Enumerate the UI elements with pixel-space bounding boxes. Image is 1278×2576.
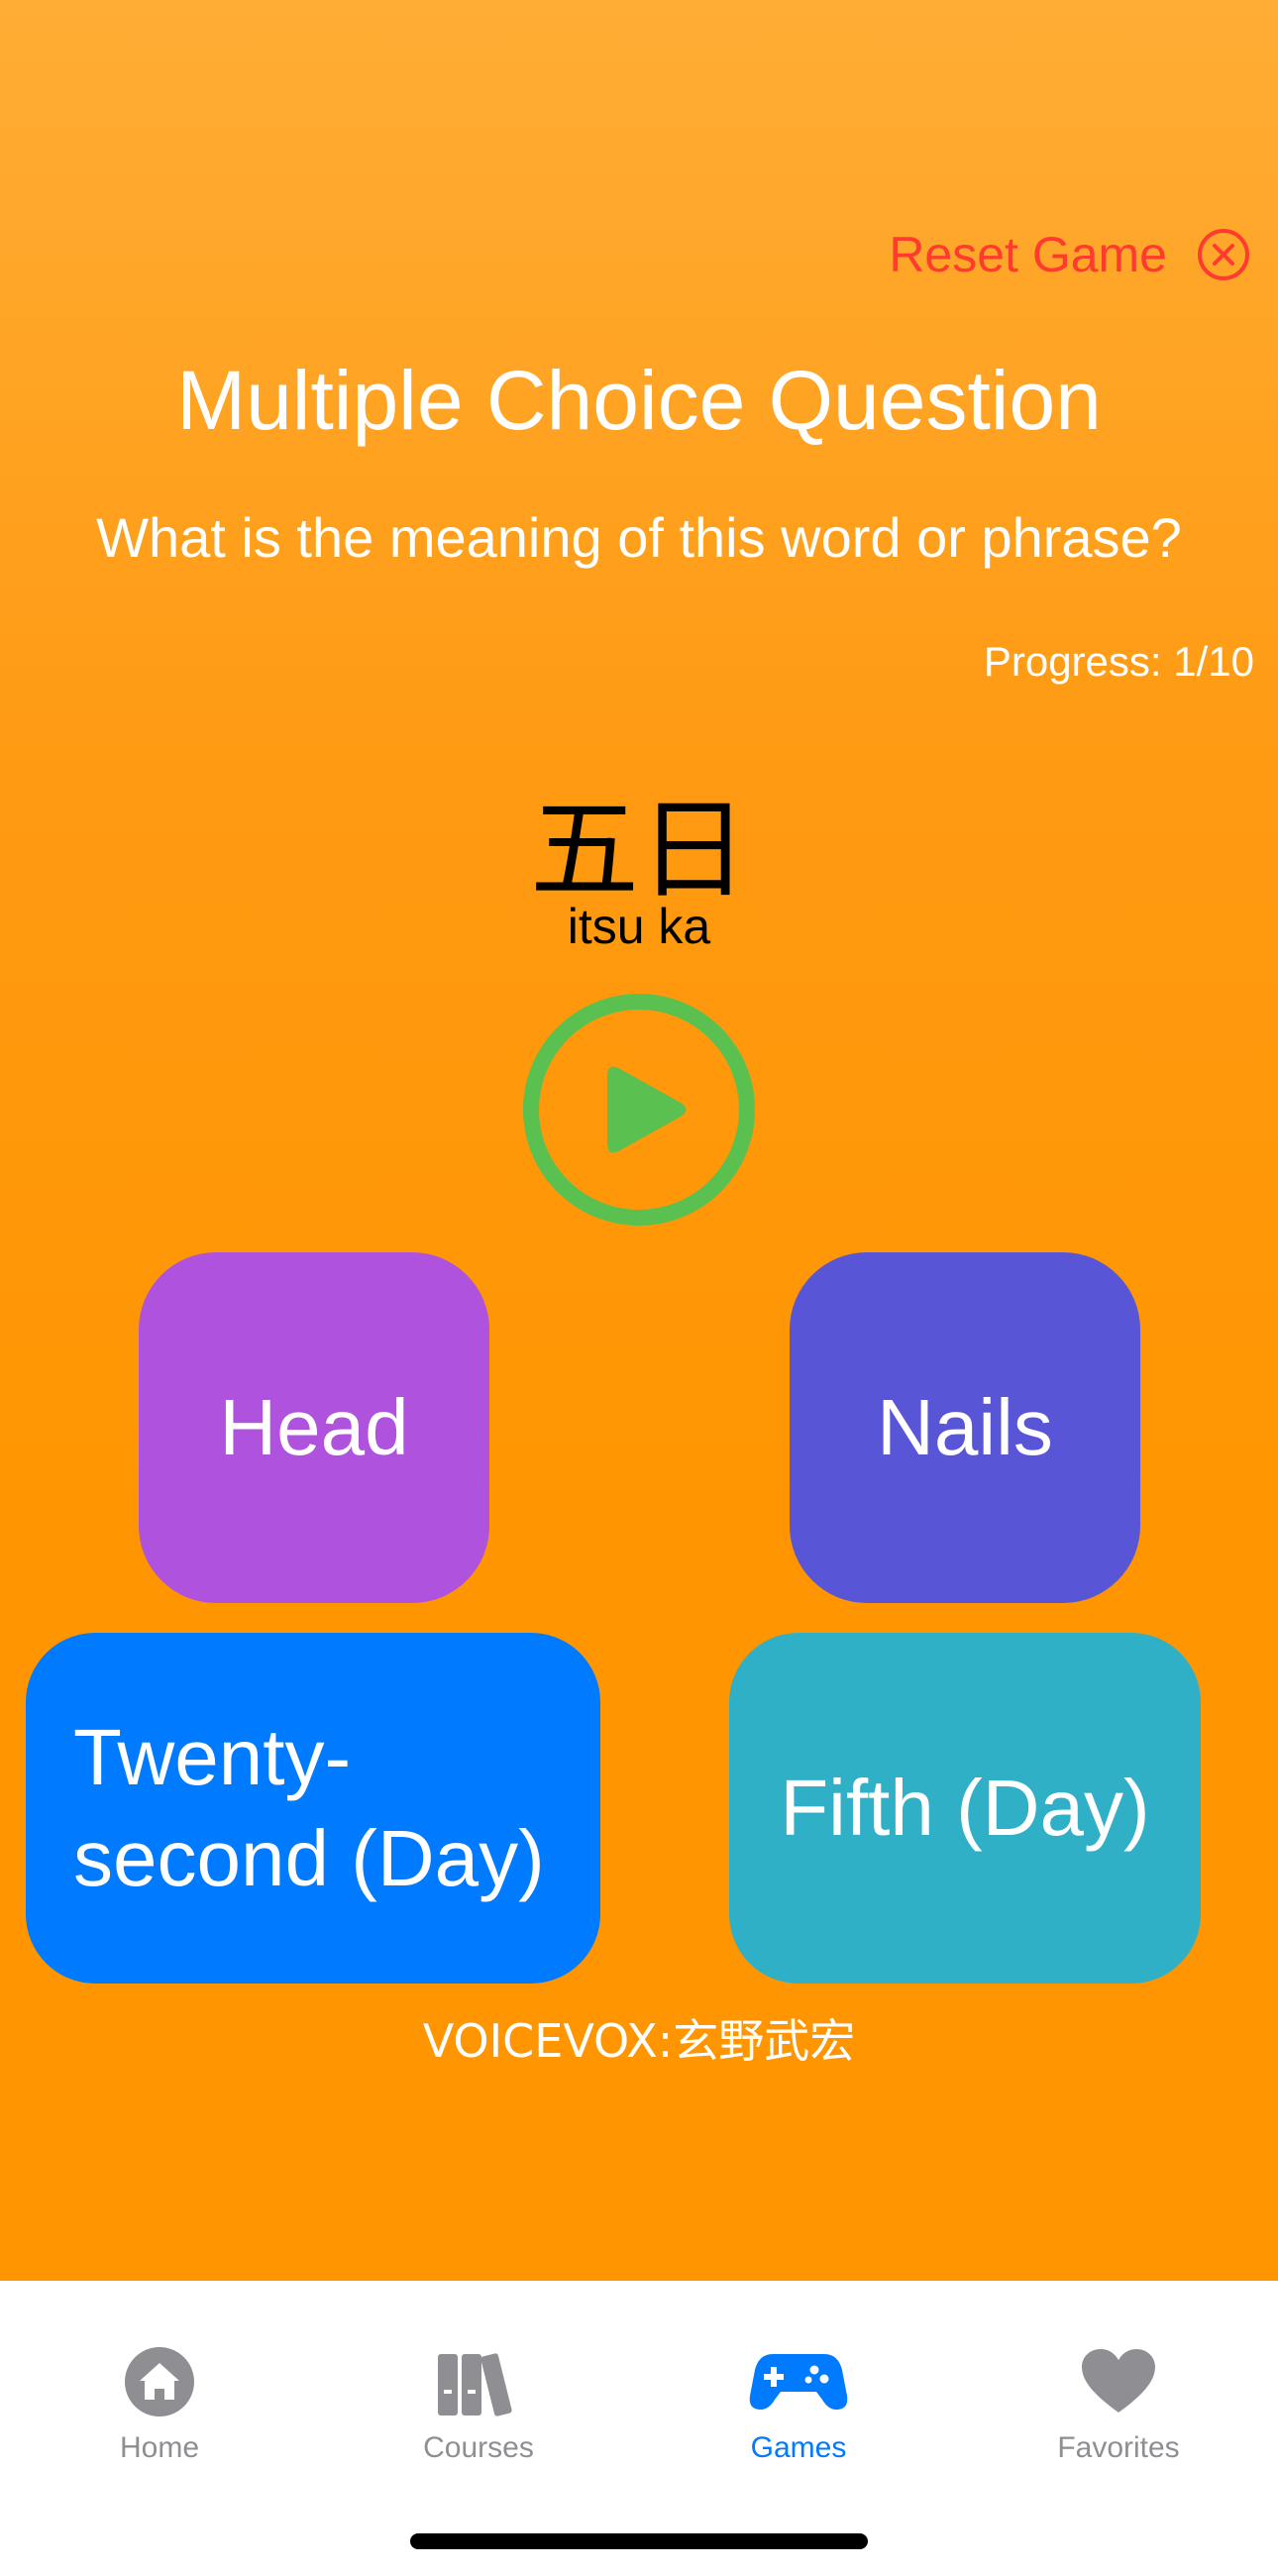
option-label: Nails <box>877 1383 1053 1472</box>
word-reading: itsu ka <box>567 899 711 954</box>
question-prompt: What is the meaning of this word or phra… <box>96 506 1182 569</box>
tab-favorites-label: Favorites <box>1057 2431 1180 2464</box>
books-icon <box>429 2344 528 2419</box>
tab-games-label: Games <box>750 2431 847 2464</box>
question-word: 五日 <box>530 787 748 913</box>
option-nails-button[interactable]: Nails <box>790 1252 1140 1603</box>
option-label-line-2: second (Day) <box>73 1814 545 1902</box>
tab-bar: Home Courses Games Favorites <box>0 2281 1278 2576</box>
tab-home[interactable]: Home <box>0 2281 319 2499</box>
reset-game-button[interactable]: Reset Game <box>889 220 1250 289</box>
close-circle-icon <box>1198 229 1249 280</box>
progress-text: Progress: 1/10 <box>983 638 1254 685</box>
page-title: Multiple Choice Question <box>176 354 1102 447</box>
home-icon <box>110 2344 209 2419</box>
tab-favorites[interactable]: Favorites <box>959 2281 1278 2499</box>
tab-courses[interactable]: Courses <box>319 2281 638 2499</box>
voice-credit: VOICEVOX:玄野武宏 <box>422 2014 856 2068</box>
play-icon <box>523 994 755 1226</box>
play-audio-button[interactable] <box>520 991 758 1229</box>
option-label-line-1: Twenty- <box>73 1713 352 1802</box>
heart-icon <box>1069 2344 1168 2419</box>
option-fifth-day-button[interactable]: Fifth (Day) <box>729 1633 1201 1984</box>
home-indicator <box>410 2533 868 2549</box>
option-twenty-second-day-button[interactable]: Twenty- second (Day) <box>26 1633 600 1984</box>
option-label: Twenty- second (Day) <box>73 1707 545 1908</box>
tab-courses-label: Courses <box>423 2431 534 2464</box>
option-head-button[interactable]: Head <box>139 1252 489 1603</box>
gamecontroller-icon <box>749 2344 848 2419</box>
tab-games[interactable]: Games <box>639 2281 958 2499</box>
game-screen: Reset Game Multiple Choice Question What… <box>0 0 1278 2576</box>
reset-game-label: Reset Game <box>889 227 1167 282</box>
tab-home-label: Home <box>119 2431 200 2464</box>
option-label: Fifth (Day) <box>780 1764 1150 1853</box>
option-label: Head <box>219 1383 409 1472</box>
